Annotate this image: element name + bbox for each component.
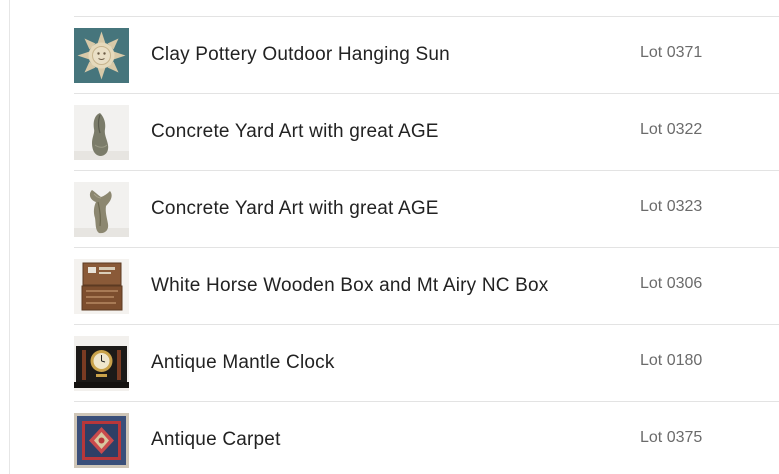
carpet-thumbnail[interactable] xyxy=(74,413,129,468)
hanging-sun-thumbnail[interactable] xyxy=(74,28,129,83)
lot-row[interactable]: Concrete Yard Art with great AGE Lot 032… xyxy=(74,94,779,171)
lot-row[interactable]: Concrete Yard Art with great AGE Lot 032… xyxy=(74,171,779,248)
left-divider xyxy=(9,0,10,474)
lot-row[interactable]: Antique Mantle Clock Lot 0180 xyxy=(74,325,779,402)
lot-number: Lot 0375 xyxy=(640,429,703,446)
lot-title[interactable]: Concrete Yard Art with great AGE xyxy=(151,121,439,143)
lot-number: Lot 0323 xyxy=(640,198,703,215)
lot-title[interactable]: Concrete Yard Art with great AGE xyxy=(151,198,439,220)
lot-row[interactable]: White Horse Wooden Box and Mt Airy NC Bo… xyxy=(74,248,779,325)
mantle-clock-thumbnail[interactable] xyxy=(74,336,129,391)
wooden-box-thumbnail[interactable] xyxy=(74,259,129,314)
lot-number: Lot 0180 xyxy=(640,352,703,369)
lot-number: Lot 0306 xyxy=(640,275,703,292)
lot-title[interactable]: Antique Mantle Clock xyxy=(151,352,335,374)
auction-lot-list-page: Clay Pottery Outdoor Hanging Sun Lot 037… xyxy=(0,0,779,474)
lot-title[interactable]: Antique Carpet xyxy=(151,429,281,451)
concrete-statue-thumbnail[interactable] xyxy=(74,182,129,237)
lot-row[interactable]: Antique Carpet Lot 0375 xyxy=(74,402,779,474)
lot-number: Lot 0371 xyxy=(640,44,703,61)
lot-row[interactable]: Clay Pottery Outdoor Hanging Sun Lot 037… xyxy=(74,17,779,94)
lot-title[interactable]: White Horse Wooden Box and Mt Airy NC Bo… xyxy=(151,275,549,297)
concrete-statue-thumbnail[interactable] xyxy=(74,105,129,160)
lot-title[interactable]: Clay Pottery Outdoor Hanging Sun xyxy=(151,44,450,66)
lot-number: Lot 0322 xyxy=(640,121,703,138)
lot-list: Clay Pottery Outdoor Hanging Sun Lot 037… xyxy=(74,16,779,474)
